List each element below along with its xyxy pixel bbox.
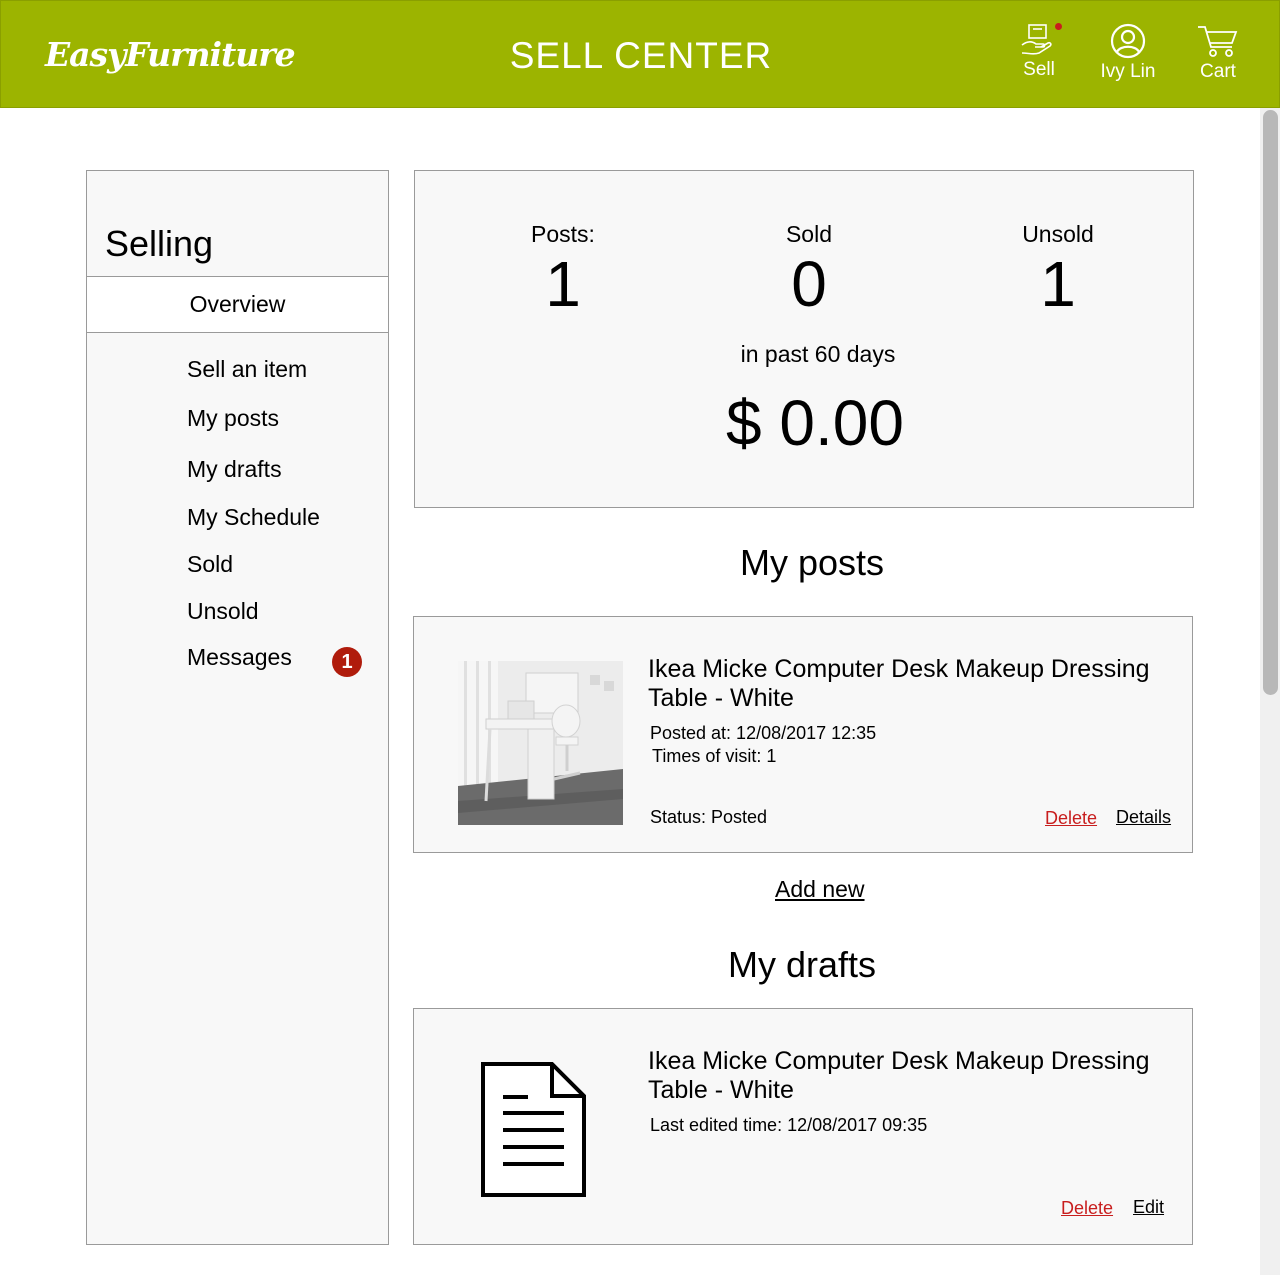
- add-new-post-link[interactable]: Add new: [775, 876, 865, 903]
- stat-unsold: Unsold 1: [958, 221, 1158, 320]
- draft-title[interactable]: Ikea Micke Computer Desk Makeup Dressing…: [648, 1047, 1168, 1105]
- post-title[interactable]: Ikea Micke Computer Desk Makeup Dressing…: [648, 655, 1168, 713]
- post-visit-count: Times of visit: 1: [652, 746, 777, 766]
- sidebar-item-sell-an-item[interactable]: Sell an item: [187, 356, 307, 383]
- sidebar-item-my-posts[interactable]: My posts: [187, 405, 279, 432]
- sell-notification-dot: [1055, 23, 1062, 30]
- sidebar-item-my-schedule[interactable]: My Schedule: [187, 504, 320, 531]
- sidebar-item-overview[interactable]: Overview: [87, 276, 388, 333]
- stat-sold-label: Sold: [785, 221, 833, 247]
- post-status: Status: Posted: [650, 807, 768, 827]
- document-icon: [481, 1062, 586, 1197]
- my-drafts-heading: My drafts: [728, 944, 877, 985]
- stat-posts-value: 1: [545, 248, 581, 320]
- sidebar-item-sold[interactable]: Sold: [187, 551, 233, 578]
- stat-posts: Posts: 1: [463, 221, 663, 320]
- cart-button[interactable]: Cart: [1173, 23, 1263, 83]
- sidebar-item-unsold[interactable]: Unsold: [187, 598, 259, 625]
- post-posted-at: Posted at: 12/08/2017 12:35: [650, 723, 877, 743]
- stat-unsold-value: 1: [1040, 248, 1076, 320]
- my-posts-heading: My posts: [740, 542, 885, 583]
- post-card: Ikea Micke Computer Desk Makeup Dressing…: [413, 616, 1193, 853]
- user-icon: [1110, 23, 1146, 59]
- stat-sold: Sold 0: [709, 221, 909, 320]
- sidebar-item-messages[interactable]: Messages: [187, 644, 292, 671]
- draft-card: Ikea Micke Computer Desk Makeup Dressing…: [413, 1008, 1193, 1245]
- post-thumbnail[interactable]: [458, 661, 623, 825]
- user-account-button[interactable]: Ivy Lin: [1083, 23, 1173, 83]
- vertical-scrollbar[interactable]: [1260, 108, 1280, 1275]
- draft-last-edited: Last edited time: 12/08/2017 09:35: [650, 1115, 928, 1135]
- desk-photo-icon: [458, 661, 623, 825]
- stat-sold-value: 0: [791, 248, 827, 320]
- stat-unsold-label: Unsold: [1022, 221, 1094, 247]
- scrollbar-thumb[interactable]: [1263, 110, 1278, 695]
- messages-count-badge: 1: [332, 647, 362, 677]
- sell-button[interactable]: Sell: [994, 23, 1084, 81]
- sidebar: Selling Overview Sell an item My posts M…: [86, 170, 389, 1245]
- sidebar-title: Selling: [105, 223, 214, 264]
- revenue-total: $ 0.00: [726, 387, 904, 459]
- sell-label: Sell: [1023, 59, 1055, 80]
- user-name-label: Ivy Lin: [1100, 61, 1156, 82]
- post-delete-link[interactable]: Delete: [1045, 808, 1097, 829]
- cart-label: Cart: [1200, 61, 1236, 82]
- draft-delete-link[interactable]: Delete: [1061, 1198, 1113, 1219]
- stats-period: in past 60 days: [740, 341, 896, 367]
- sell-icon: [1021, 24, 1052, 55]
- draft-edit-link[interactable]: Edit: [1133, 1197, 1164, 1218]
- top-header: EasyFurniture SELL CENTER Sell Ivy Lin C…: [0, 0, 1280, 108]
- cart-icon: [1198, 26, 1238, 57]
- sidebar-item-my-drafts[interactable]: My drafts: [187, 456, 282, 483]
- stat-posts-label: Posts:: [531, 221, 595, 247]
- post-details-link[interactable]: Details: [1116, 807, 1171, 828]
- stats-panel: Posts: 1 Sold 0 Unsold 1 in past 60 days…: [414, 170, 1194, 508]
